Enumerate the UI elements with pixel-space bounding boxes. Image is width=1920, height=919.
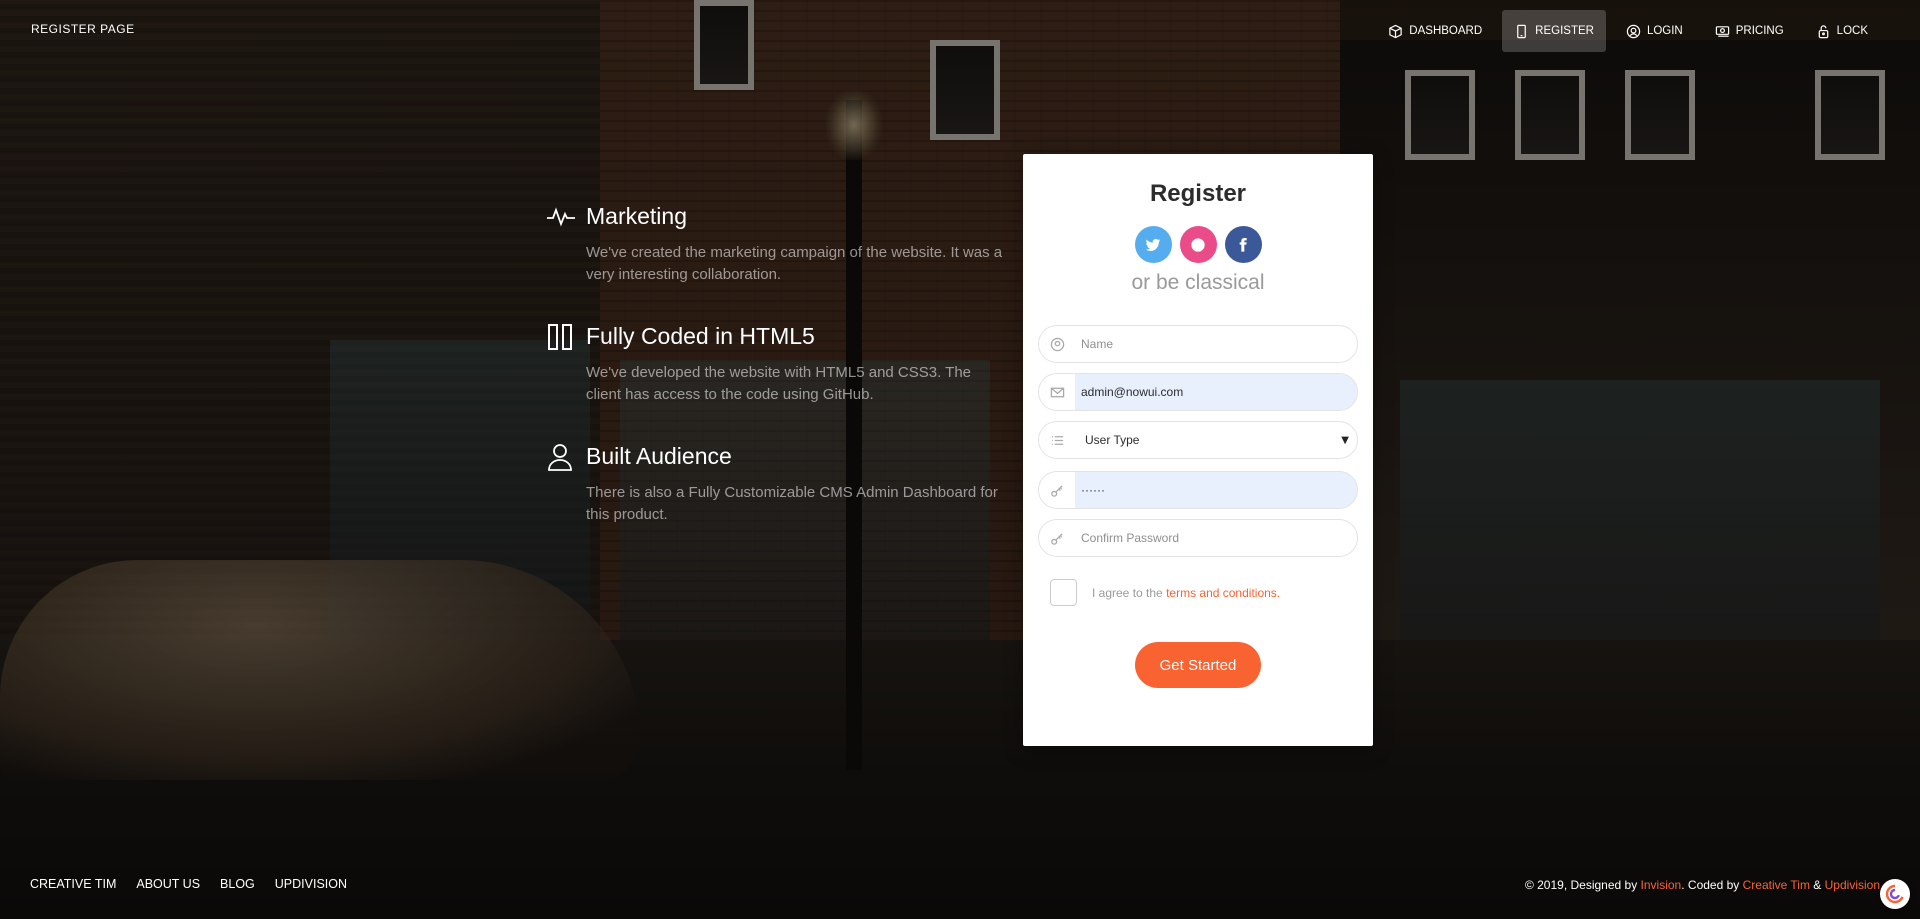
nav-item-pricing[interactable]: PRICING [1703, 10, 1796, 52]
pulse-icon [547, 207, 575, 227]
nav-item-label: DASHBOARD [1409, 25, 1483, 37]
info-text: We've created the marketing campaign of … [586, 244, 1003, 283]
get-started-button[interactable]: Get Started [1135, 642, 1261, 688]
nav-item-register[interactable]: REGISTER [1502, 10, 1606, 52]
info-block-marketing: Marketing We've created the marketing ca… [546, 200, 1006, 286]
terms-checkbox[interactable] [1050, 579, 1077, 606]
coder-link-creative-tim[interactable]: Creative Tim [1743, 878, 1810, 892]
floating-widget-button[interactable] [1880, 879, 1910, 909]
name-field-group [1038, 325, 1358, 363]
dribbble-icon [1191, 237, 1205, 252]
info-block-audience: Built Audience There is also a Fully Cus… [546, 440, 1006, 526]
password-input[interactable] [1075, 472, 1357, 508]
facebook-icon [1239, 237, 1247, 252]
facebook-button[interactable] [1224, 226, 1262, 263]
info-text: There is also a Fully Customizable CMS A… [586, 484, 998, 523]
features-info: Marketing We've created the marketing ca… [546, 200, 1006, 560]
info-block-html5: Fully Coded in HTML5 We've developed the… [546, 320, 1006, 406]
nav-item-label: REGISTER [1535, 25, 1594, 37]
terms-link[interactable]: terms and conditions. [1166, 586, 1280, 600]
info-title: Marketing [586, 203, 687, 229]
key-icon [1039, 520, 1075, 556]
terms-text: I agree to the terms and conditions. [1092, 586, 1280, 600]
footer-link-updivision[interactable]: UPDIVISION [275, 877, 347, 891]
info-text: We've developed the website with HTML5 a… [586, 364, 972, 403]
navbar-menu: DASHBOARD REGISTER LOGIN PRICING LOCK [1376, 10, 1880, 52]
footer-link-blog[interactable]: BLOG [220, 877, 255, 891]
nav-item-login[interactable]: LOGIN [1614, 10, 1695, 52]
password-field-group [1038, 471, 1358, 509]
card-subtitle: or be classical [1131, 271, 1265, 294]
coder-link-updivision[interactable]: Updivision [1825, 878, 1880, 892]
info-title: Built Audience [586, 443, 732, 469]
cube-icon [1389, 24, 1403, 38]
info-title: Fully Coded in HTML5 [586, 323, 815, 349]
copyright: © 2019, Designed by Invision. Coded by C… [1525, 878, 1880, 892]
confirm-password-field-group [1038, 519, 1358, 557]
user-circle-icon [1626, 24, 1641, 38]
terms-row: I agree to the terms and conditions. [1050, 579, 1358, 606]
coded-by-text: . Coded by [1681, 878, 1743, 892]
name-input[interactable] [1075, 326, 1357, 362]
email-input[interactable] [1075, 374, 1357, 410]
envelope-icon [1039, 374, 1075, 410]
footer: CREATIVE TIM ABOUT US BLOG UPDIVISION © … [0, 859, 1920, 919]
twitter-button[interactable] [1134, 226, 1172, 263]
key-icon [1039, 472, 1075, 508]
money-icon [1715, 25, 1729, 37]
amp-text: & [1809, 878, 1825, 892]
card-title: Register [1149, 180, 1247, 207]
register-card: Register or be classical Name admin@nowu… [1023, 154, 1373, 746]
lock-icon [1818, 24, 1828, 38]
code-bracket-icon [548, 324, 572, 350]
nav-item-label: LOGIN [1646, 25, 1683, 37]
user-type-field-group: User Type ▼ [1038, 421, 1358, 459]
footer-link-about-us[interactable]: ABOUT US [136, 877, 200, 891]
user-circle-icon [1039, 326, 1075, 362]
dribbble-button[interactable] [1179, 226, 1217, 263]
chat-logo-icon [1885, 884, 1904, 904]
copyright-prefix: © 2019, Designed by [1524, 878, 1641, 892]
nav-item-dashboard[interactable]: DASHBOARD [1376, 10, 1494, 52]
social-buttons [1023, 226, 1373, 263]
terms-prefix: I agree to the [1092, 585, 1167, 600]
person-icon [548, 444, 572, 471]
designer-link[interactable]: Invision [1641, 878, 1682, 892]
register-form: User Type ▼ I agree to the terms and con… [1038, 325, 1358, 688]
twitter-icon [1145, 238, 1161, 251]
mobile-icon [1517, 24, 1527, 38]
navbar-brand[interactable]: REGISTER PAGE [31, 22, 135, 36]
list-icon [1039, 422, 1075, 458]
nav-item-label: PRICING [1735, 25, 1784, 37]
confirm-password-input[interactable] [1075, 520, 1357, 556]
caret-down-icon: ▼ [1341, 435, 1349, 446]
email-field-group [1038, 373, 1358, 411]
top-navbar: REGISTER PAGE DASHBOARD REGISTER LOGIN P… [0, 0, 1920, 60]
footer-nav: CREATIVE TIM ABOUT US BLOG UPDIVISION [30, 877, 347, 891]
nav-item-label: LOCK [1836, 25, 1868, 37]
nav-item-lock[interactable]: LOCK [1804, 10, 1880, 52]
footer-link-creative-tim[interactable]: CREATIVE TIM [30, 877, 116, 891]
user-type-select[interactable]: User Type [1075, 422, 1357, 458]
